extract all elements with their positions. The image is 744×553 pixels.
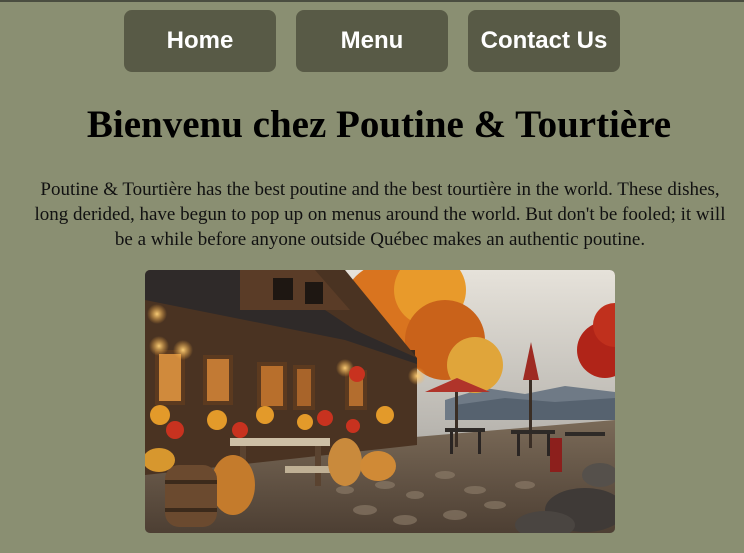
top-nav: Home Menu Contact Us: [0, 10, 744, 72]
nav-contact-button[interactable]: Contact Us: [468, 10, 620, 72]
nav-home-button[interactable]: Home: [124, 10, 276, 72]
nav-menu-button[interactable]: Menu: [296, 10, 448, 72]
restaurant-photo: [145, 270, 615, 533]
intro-paragraph: Poutine & Tourtière has the best poutine…: [34, 179, 726, 250]
page-title: Bienvenu chez Poutine & Tourtière: [86, 103, 672, 146]
